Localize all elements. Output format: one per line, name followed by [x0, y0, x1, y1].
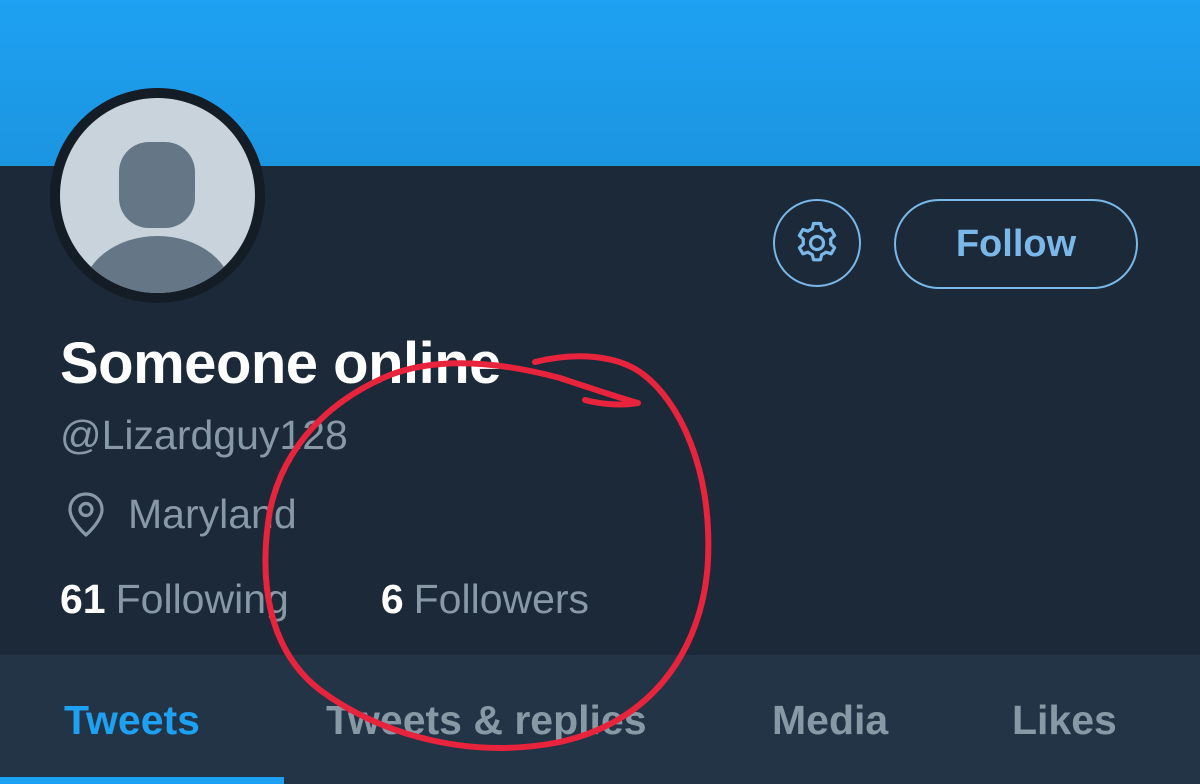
tab-likes[interactable]: Likes	[1012, 697, 1117, 744]
settings-button[interactable]	[773, 199, 861, 287]
profile-tabs: Tweets Tweets & replies Media Likes	[0, 655, 1200, 784]
followers-label: Followers	[413, 576, 590, 622]
avatar[interactable]	[60, 98, 255, 293]
following-stat[interactable]: 61 Following	[60, 576, 289, 623]
default-avatar-icon	[82, 142, 233, 293]
following-label: Following	[115, 576, 289, 622]
tab-media[interactable]: Media	[772, 697, 888, 744]
followers-count: 6	[380, 576, 404, 622]
follow-button[interactable]: Follow	[894, 199, 1138, 289]
user-handle: @Lizardguy128	[60, 412, 348, 458]
profile-stats: 61 Following 6 Followers	[60, 576, 589, 623]
active-tab-indicator	[0, 777, 284, 784]
following-count: 61	[60, 576, 106, 622]
tab-tweets[interactable]: Tweets	[64, 697, 200, 744]
followers-stat[interactable]: 6 Followers	[381, 576, 589, 623]
location-text: Maryland	[128, 490, 297, 537]
tab-tweets-replies[interactable]: Tweets & replies	[326, 697, 647, 744]
location-pin-icon	[68, 492, 104, 537]
location-row: Maryland	[60, 488, 297, 540]
display-name: Someone online	[60, 331, 501, 396]
profile-page: Follow Someone online @Lizardguy128 Mary…	[0, 0, 1200, 784]
gear-icon	[797, 221, 837, 262]
